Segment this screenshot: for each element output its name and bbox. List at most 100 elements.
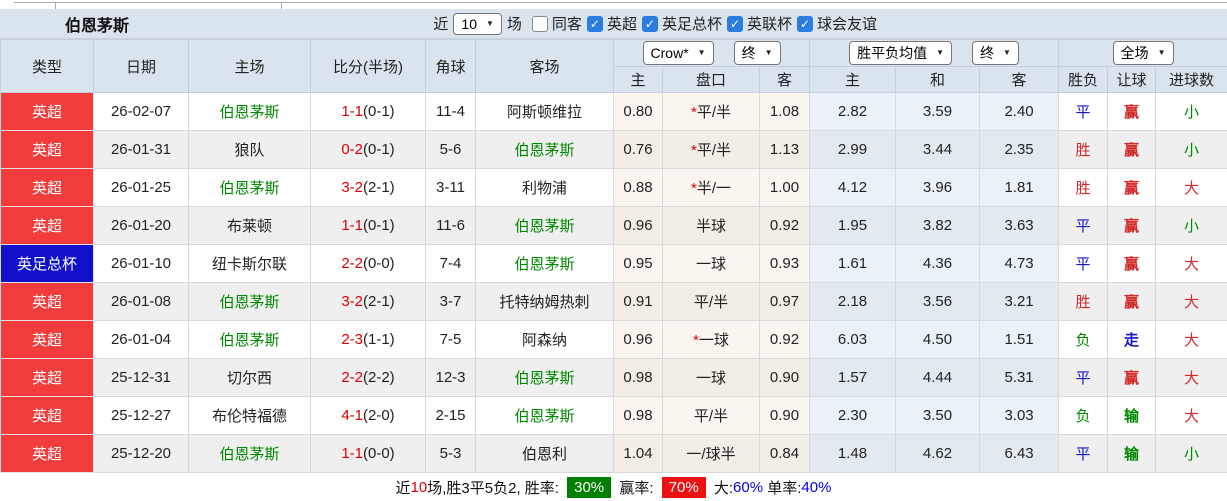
away-team-cell[interactable]: 伯恩茅斯 (475, 244, 614, 283)
odds-home-cell: 0.96 (613, 206, 663, 245)
filter-bar: 近 10 ▼ 场 同客 ✓ 英超 ✓ 英足总杯 ✓ 英联杯 ✓ 球会友谊 (433, 12, 877, 35)
asterisk-marker: * (690, 180, 697, 197)
result-cell: 负 (1058, 320, 1109, 359)
result-value: 胜 (1075, 294, 1091, 311)
handicap-cell: 平/半 (662, 396, 760, 435)
checkbox-unchecked-icon[interactable] (531, 15, 548, 32)
fullmatch-select[interactable]: 全场 ▼ (1112, 41, 1174, 65)
match-history-widget: 伯恩茅斯 近 10 ▼ 场 同客 ✓ 英超 ✓ 英足总杯 ✓ 英联杯 ✓ 球会友谊 类型 日期 … (0, 0, 1227, 501)
corners-cell: 5-6 (425, 130, 476, 169)
odds-home-cell: 0.98 (613, 396, 663, 435)
away-team-cell[interactable]: 阿森纳 (475, 320, 614, 359)
home-team-cell[interactable]: 切尔西 (188, 358, 311, 397)
goals-cell: 大 (1155, 396, 1227, 435)
near-matches-value: 10 (461, 15, 477, 32)
avg-home-cell: 1.48 (809, 434, 897, 473)
away-team-cell[interactable]: 托特纳姆热刺 (475, 282, 614, 321)
result-value: 胜 (1075, 142, 1091, 159)
col-header-avg-home: 主 (809, 66, 897, 93)
matches-label: 场 (506, 16, 522, 33)
col-header-handicap: 盘口 (662, 66, 760, 93)
odds-company-select[interactable]: Crow* ▼ (642, 41, 714, 65)
avg-home-cell: 2.18 (809, 282, 897, 321)
checkbox-checked-icon[interactable]: ✓ (726, 15, 743, 32)
col-header-handicap-result: 让球 (1107, 66, 1157, 93)
stat-text: 近 (395, 479, 411, 497)
home-team-cell[interactable]: 布莱顿 (188, 206, 311, 245)
checkbox-checked-icon[interactable]: ✓ (641, 15, 658, 32)
avg-away-cell: 2.40 (979, 92, 1060, 131)
home-team-cell[interactable]: 伯恩茅斯 (188, 282, 311, 321)
home-team-cell[interactable]: 布伦特福德 (188, 396, 311, 435)
home-team-cell[interactable]: 纽卡斯尔联 (188, 244, 311, 283)
away-team-cell[interactable]: 阿斯顿维拉 (475, 92, 614, 131)
goals-cell: 小 (1155, 206, 1227, 245)
odds-final-select[interactable]: 终 ▼ (733, 41, 781, 65)
corners-cell: 5-3 (425, 434, 476, 473)
fulltime-score: 1-1 (341, 217, 363, 234)
avg-draw-cell: 3.96 (895, 168, 981, 207)
stat-text: 60% (733, 478, 764, 496)
home-team-cell[interactable]: 狼队 (188, 130, 311, 169)
type-cell: 英超 (0, 396, 94, 435)
handicap-cell: *平/半 (662, 92, 760, 131)
col-header-home: 主场 (188, 39, 311, 93)
handicap-cell: 一/球半 (662, 434, 760, 473)
halftime-score: (0-1) (363, 103, 395, 120)
goals-cell: 小 (1155, 130, 1227, 169)
matches-tbody: 英超 26-02-07 伯恩茅斯 1-1(0-1) 11-4 阿斯顿维拉 0.8… (0, 92, 1227, 473)
result-cell: 胜 (1058, 130, 1109, 169)
filter-label: 英足总杯 (661, 16, 722, 33)
asterisk-marker: * (690, 104, 697, 121)
fullmatch-value: 全场 (1120, 45, 1149, 61)
handicap-result-cell: 赢 (1107, 244, 1157, 283)
goals-value: 小 (1184, 104, 1200, 121)
away-team-cell[interactable]: 伯恩茅斯 (475, 358, 614, 397)
away-team-cell[interactable]: 伯恩茅斯 (475, 206, 614, 245)
stat-text: 单率: (763, 479, 802, 497)
score-cell: 3-2(2-1) (310, 168, 426, 207)
team-title: 伯恩茅斯 (65, 17, 130, 35)
odds-away-cell: 0.90 (758, 358, 811, 397)
chevron-down-icon: ▼ (1157, 48, 1166, 57)
home-team-cell[interactable]: 伯恩茅斯 (188, 168, 311, 207)
goals-value: 小 (1184, 218, 1200, 235)
avg-home-cell: 1.61 (809, 244, 897, 283)
table-row: 英超 25-12-27 布伦特福德 4-1(2-0) 2-15 伯恩茅斯 0.9… (0, 396, 1227, 435)
home-team-cell[interactable]: 伯恩茅斯 (188, 320, 311, 359)
handicap-cell: *一球 (662, 320, 760, 359)
filter-item: ✓ 英足总杯 (641, 13, 722, 34)
col-header-date: 日期 (93, 39, 189, 93)
odds-home-cell: 1.04 (613, 434, 663, 473)
away-team-cell[interactable]: 伯恩利 (475, 434, 614, 473)
goals-value: 大 (1184, 408, 1200, 425)
goals-cell: 大 (1155, 244, 1227, 283)
avg-final-value: 终 (980, 45, 995, 61)
matches-table: 类型 日期 主场 比分(半场) 角球 客场 Crow* ▼ 终 ▼ 胜平负均值 … (0, 39, 1227, 473)
result-cell: 胜 (1058, 282, 1109, 321)
checkbox-checked-icon[interactable]: ✓ (586, 15, 603, 32)
handicap-result-value: 赢 (1124, 294, 1140, 311)
avg-home-cell: 2.30 (809, 396, 897, 435)
avg-draw-cell: 3.82 (895, 206, 981, 245)
corners-cell: 3-7 (425, 282, 476, 321)
stat-badge: 30% (567, 476, 612, 498)
home-team-cell[interactable]: 伯恩茅斯 (188, 92, 311, 131)
stat-text: 40% (801, 478, 832, 496)
score-cell: 3-2(2-1) (310, 282, 426, 321)
avg-away-cell: 1.51 (979, 320, 1060, 359)
away-team-cell[interactable]: 伯恩茅斯 (475, 396, 614, 435)
result-value: 平 (1075, 256, 1091, 273)
score-cell: 0-2(0-1) (310, 130, 426, 169)
checkbox-checked-icon[interactable]: ✓ (796, 15, 813, 32)
away-team-cell[interactable]: 利物浦 (475, 168, 614, 207)
fulltime-score: 1-1 (341, 103, 363, 120)
avg-final-select[interactable]: 终 ▼ (972, 41, 1019, 65)
home-team-cell[interactable]: 伯恩茅斯 (188, 434, 311, 473)
halftime-score: (0-1) (363, 141, 395, 158)
odds-away-cell: 0.84 (758, 434, 811, 473)
handicap-result-cell: 赢 (1107, 130, 1157, 169)
near-matches-select[interactable]: 10 ▼ (453, 12, 502, 35)
avg-select[interactable]: 胜平负均值 ▼ (849, 41, 953, 65)
away-team-cell[interactable]: 伯恩茅斯 (475, 130, 614, 169)
